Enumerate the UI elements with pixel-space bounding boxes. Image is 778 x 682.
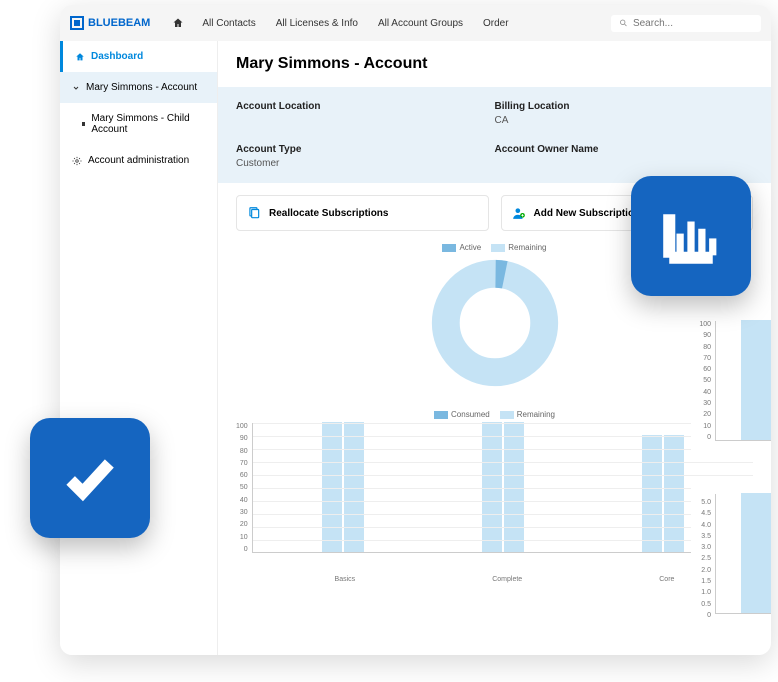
- right-chart-2: Re 5.0 4.5 4.0 3.5 3.0 2.5 2.0 1.5 1.0 0…: [691, 481, 771, 624]
- account-owner: Account Owner Name: [495, 144, 754, 169]
- swatch-icon: [434, 411, 448, 419]
- account-type-value: Customer: [236, 158, 495, 169]
- account-location-label: Account Location: [236, 101, 495, 112]
- billing-location: Billing Location CA: [495, 101, 754, 126]
- swatch-icon: [491, 244, 505, 252]
- y-axis: 100 90 80 70 60 50 40 30 20 10 0: [236, 423, 252, 553]
- nav-all-groups[interactable]: All Account Groups: [378, 18, 463, 29]
- sidebar-child-label: Mary Simmons - Child Account: [91, 113, 205, 135]
- rc2-bar: [741, 493, 771, 613]
- reallocate-button[interactable]: Reallocate Subscriptions: [236, 195, 489, 231]
- search-icon: [619, 18, 628, 28]
- billing-location-label: Billing Location: [495, 101, 754, 112]
- bar-chart-icon: [662, 207, 720, 265]
- account-info-panel: Account Location Billing Location CA Acc…: [218, 87, 771, 183]
- page-title: Mary Simmons - Account: [218, 41, 771, 87]
- account-location: Account Location: [236, 101, 495, 126]
- nav-all-licenses[interactable]: All Licenses & Info: [276, 18, 358, 29]
- search-box[interactable]: [611, 15, 761, 32]
- logo-icon: [70, 16, 84, 30]
- nav-order[interactable]: Order: [483, 18, 509, 29]
- account-type: Account Type Customer: [236, 144, 495, 169]
- account-type-label: Account Type: [236, 144, 495, 155]
- home-icon: [75, 52, 85, 62]
- chevron-down-icon: [72, 84, 80, 92]
- billing-location-value: CA: [495, 115, 754, 126]
- right-chart-1: 100 90 80 70 60 50 40 30 20 10 0: [691, 321, 771, 451]
- swatch-icon: [442, 244, 456, 252]
- rc1-label: Basic Tier: [715, 441, 771, 451]
- rc2-plot: [715, 494, 771, 614]
- brand-text: BLUEBEAM: [88, 17, 150, 29]
- rc2-legend: Re: [691, 481, 771, 490]
- legend-consumed: Consumed: [434, 410, 490, 419]
- rc1-plot: [715, 321, 771, 441]
- topbar: BLUEBEAM All Contacts All Licenses & Inf…: [60, 5, 771, 41]
- chart-tile: [631, 176, 751, 296]
- brand-logo[interactable]: BLUEBEAM: [70, 16, 150, 30]
- legend-active: Active: [442, 243, 481, 252]
- rc1-y-axis: 100 90 80 70 60 50 40 30 20 10 0: [691, 321, 711, 441]
- reallocate-label: Reallocate Subscriptions: [269, 208, 388, 219]
- add-user-icon: [512, 206, 526, 220]
- sidebar-account[interactable]: Mary Simmons - Account: [60, 72, 217, 103]
- bar-legend: Consumed Remaining: [236, 410, 753, 419]
- legend-remaining: Remaining: [491, 243, 546, 252]
- gear-icon: [72, 156, 82, 166]
- rc2-label: Registered: [715, 614, 771, 624]
- sidebar-child-account[interactable]: Mary Simmons - Child Account: [60, 103, 217, 145]
- donut-svg: [430, 258, 560, 388]
- copy-icon: [247, 206, 261, 220]
- check-tile: [30, 418, 150, 538]
- sidebar-account-label: Mary Simmons - Account: [86, 82, 197, 93]
- rc1-bar: [741, 320, 771, 440]
- sidebar-dashboard-label: Dashboard: [91, 51, 143, 62]
- sidebar-admin[interactable]: Account administration: [60, 145, 217, 176]
- sidebar: Dashboard Mary Simmons - Account Mary Si…: [60, 41, 218, 655]
- sidebar-admin-label: Account administration: [88, 155, 189, 166]
- x-axis-labels: Basics Complete Core: [256, 573, 753, 583]
- bullet-icon: [82, 122, 85, 126]
- nav-all-contacts[interactable]: All Contacts: [202, 18, 255, 29]
- check-icon: [61, 449, 119, 507]
- app-window: BLUEBEAM All Contacts All Licenses & Inf…: [60, 5, 771, 655]
- bar-plot: [252, 423, 753, 553]
- bar-complete: [473, 422, 533, 552]
- rc2-y-axis: 5.0 4.5 4.0 3.5 3.0 2.5 2.0 1.5 1.0 0.5 …: [691, 499, 711, 619]
- bar-basics: [313, 422, 373, 552]
- sidebar-dashboard[interactable]: Dashboard: [60, 41, 217, 72]
- right-charts: 100 90 80 70 60 50 40 30 20 10 0: [691, 321, 771, 654]
- bar-core: [633, 435, 693, 552]
- add-subscription-label: Add New Subscription: [534, 208, 641, 219]
- swatch-icon: [500, 411, 514, 419]
- legend-remaining-2: Remaining: [500, 410, 555, 419]
- content-area: Mary Simmons - Account Account Location …: [218, 41, 771, 655]
- bar-chart-main: 100 90 80 70 60 50 40 30 20 10 0: [236, 423, 753, 573]
- account-owner-label: Account Owner Name: [495, 144, 754, 155]
- search-input[interactable]: [633, 18, 753, 29]
- home-icon[interactable]: [172, 17, 184, 29]
